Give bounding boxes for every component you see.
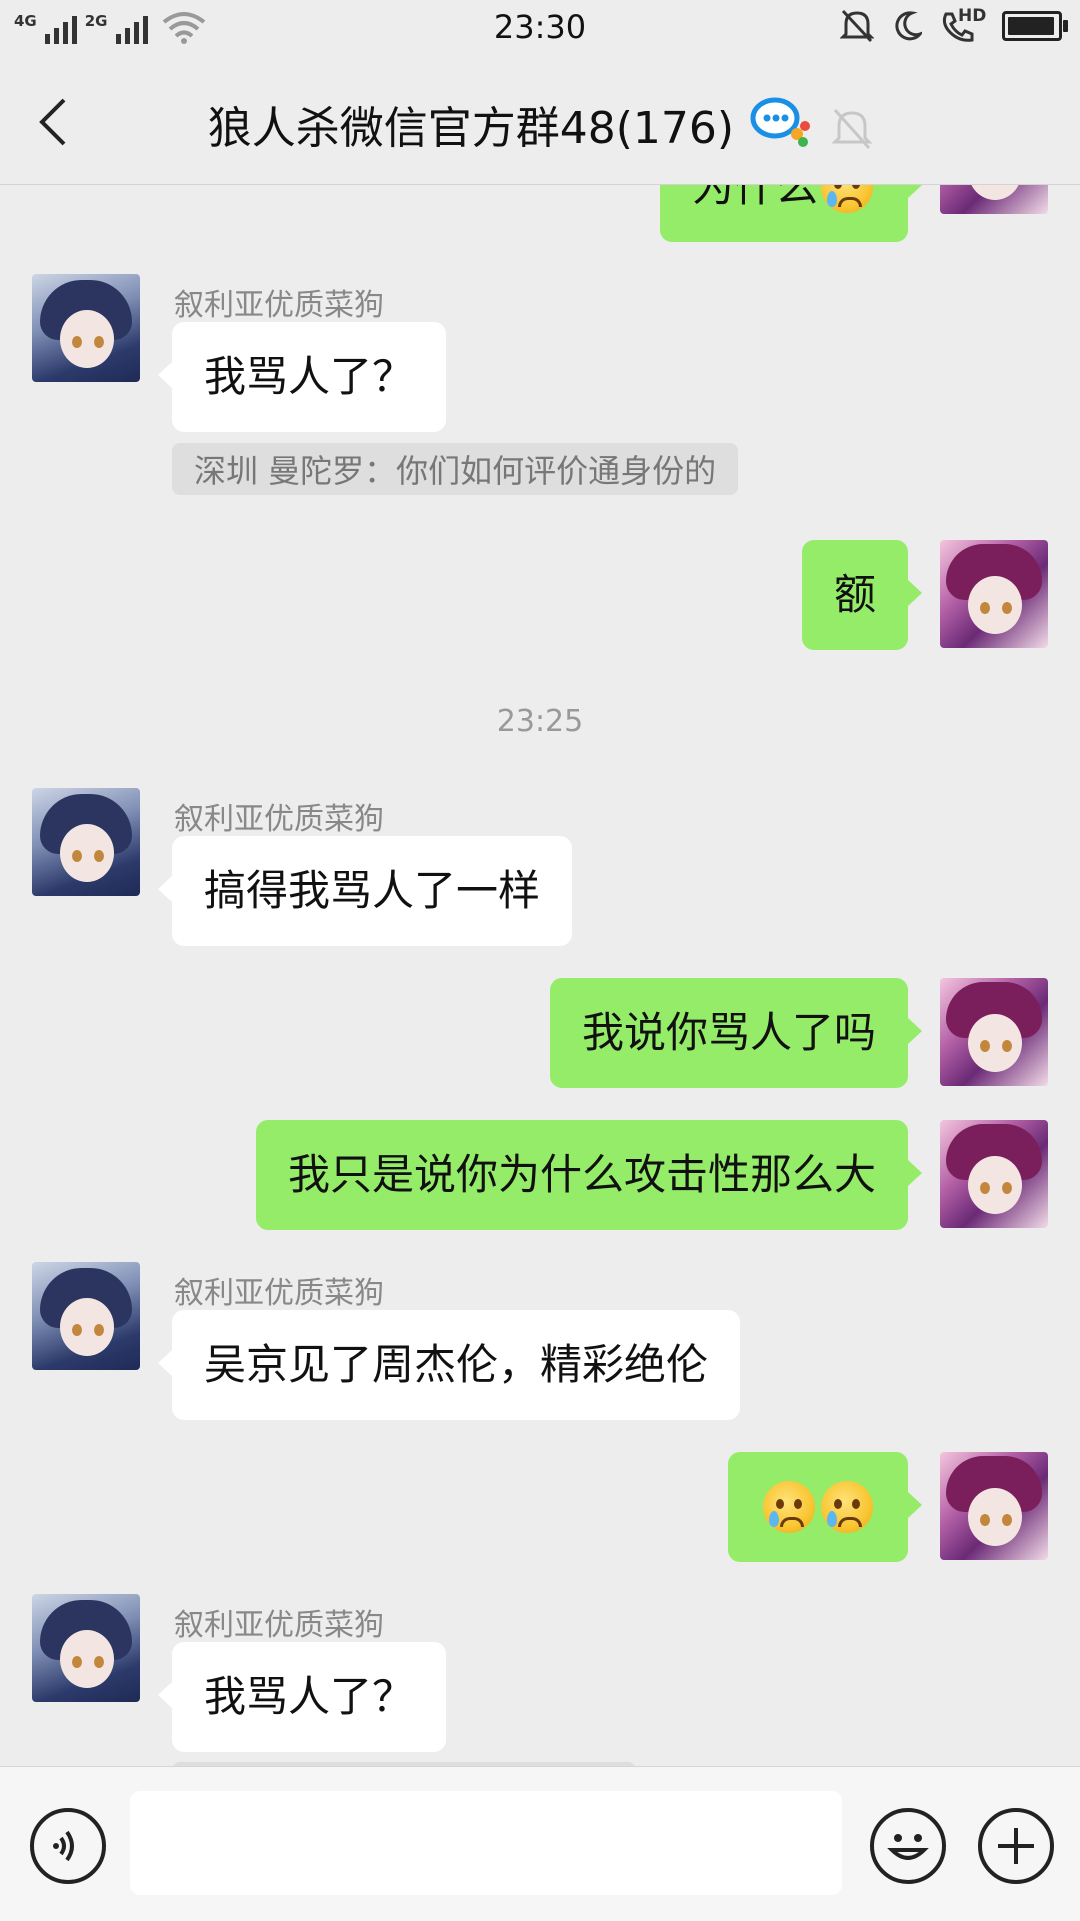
crying-emoji-icon xyxy=(763,1481,815,1533)
message-list[interactable]: 为什么 叙利亚优质菜狗 我骂人了？ 深圳 曼陀罗：你们如何评价通身份的 额 23… xyxy=(0,184,1080,1766)
incoming-message-bubble[interactable]: 我骂人了？ xyxy=(157,1642,447,1752)
sender-name: 叙利亚优质菜狗 xyxy=(174,288,384,323)
message-text: 我骂人了？ xyxy=(204,1672,415,1721)
quoted-reply[interactable]: 深圳 曼陀罗：你们如何评价通身份的 xyxy=(172,443,739,495)
outgoing-message-bubble[interactable]: 额 xyxy=(801,540,923,650)
emoji-button[interactable] xyxy=(870,1808,946,1884)
incoming-message-bubble[interactable]: 搞得我骂人了一样 xyxy=(157,836,573,946)
my-avatar[interactable] xyxy=(940,540,1048,648)
hd-call-icon: HD xyxy=(940,6,987,44)
message-text: 吴京见了周杰伦，精彩绝伦 xyxy=(204,1340,709,1389)
message-text: 搞得我骂人了一样 xyxy=(204,866,541,915)
status-bar: 4G 2G 23:30 HD xyxy=(0,0,1080,58)
outgoing-emoji-bubble[interactable] xyxy=(728,1452,922,1562)
sender-name: 叙利亚优质菜狗 xyxy=(174,802,384,837)
crying-emoji-icon xyxy=(821,1481,873,1533)
outgoing-message-bubble[interactable]: 我只是说你为什么攻击性那么大 xyxy=(255,1120,923,1230)
my-avatar[interactable] xyxy=(940,184,1048,214)
more-options-button[interactable] xyxy=(978,1808,1054,1884)
my-avatar[interactable] xyxy=(940,1452,1048,1560)
sender-name: 叙利亚优质菜狗 xyxy=(174,1276,384,1311)
chat-title: 狼人杀微信官方群48(176) xyxy=(207,103,735,154)
voice-button[interactable] xyxy=(30,1808,106,1884)
input-bar xyxy=(0,1766,1080,1921)
group-chat-badge-icon xyxy=(750,97,811,147)
sender-avatar[interactable] xyxy=(32,1594,140,1702)
my-avatar[interactable] xyxy=(940,978,1048,1086)
sender-name: 叙利亚优质菜狗 xyxy=(174,1608,384,1643)
voice-icon xyxy=(53,1830,74,1862)
message-text: 我骂人了？ xyxy=(204,352,415,401)
message-text: 我说你骂人了吗 xyxy=(581,1008,876,1057)
outgoing-message-bubble[interactable]: 我说你骂人了吗 xyxy=(549,978,923,1088)
incoming-message-bubble[interactable]: 我骂人了？ xyxy=(157,322,447,432)
sender-avatar[interactable] xyxy=(32,1262,140,1370)
my-avatar[interactable] xyxy=(940,1120,1048,1228)
moon-icon xyxy=(895,11,922,41)
message-input[interactable] xyxy=(130,1791,842,1895)
message-timestamp: 23:25 xyxy=(496,704,584,739)
message-text: 额 xyxy=(833,570,876,619)
incoming-message-bubble[interactable]: 吴京见了周杰伦，精彩绝伦 xyxy=(157,1310,741,1420)
plus-icon xyxy=(998,1828,1034,1864)
sender-avatar[interactable] xyxy=(32,274,140,382)
message-text: 我只是说你为什么攻击性那么大 xyxy=(287,1150,876,1199)
outgoing-message-bubble[interactable]: 为什么 xyxy=(659,184,923,242)
smiley-icon xyxy=(887,1834,929,1860)
bell-muted-icon xyxy=(840,9,874,43)
bell-muted-icon xyxy=(831,108,873,150)
status-icons: HD xyxy=(840,6,1068,44)
hd-label: HD xyxy=(958,6,987,26)
crying-emoji-icon xyxy=(821,184,873,213)
message-text: 为什么 xyxy=(691,184,818,211)
sender-avatar[interactable] xyxy=(32,788,140,896)
chat-header: 狼人杀微信官方群48(176) xyxy=(0,58,1080,185)
battery-icon xyxy=(1002,11,1068,41)
